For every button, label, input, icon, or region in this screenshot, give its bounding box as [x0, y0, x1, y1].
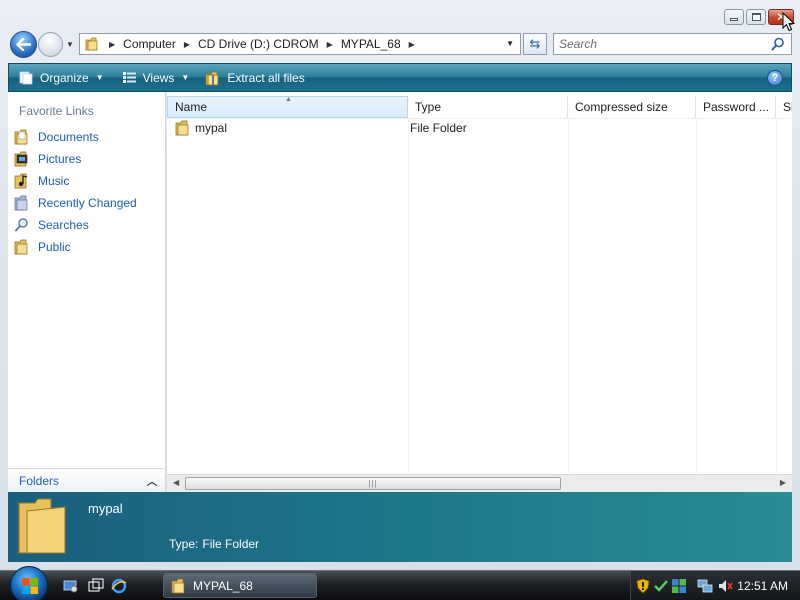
file-type-cell: File Folder	[410, 121, 467, 135]
search-icon[interactable]	[771, 37, 785, 51]
column-header-type[interactable]: Type	[408, 96, 568, 118]
help-button[interactable]: ?	[767, 70, 783, 86]
organize-icon	[19, 71, 33, 85]
switch-windows-icon[interactable]	[87, 577, 105, 595]
network-icon[interactable]	[697, 578, 713, 594]
column-header-password[interactable]: Password ...	[696, 96, 776, 118]
file-list: ▲ Name Type Compressed size Password ...…	[167, 92, 792, 474]
maximize-button[interactable]	[746, 9, 766, 25]
sidebar-item-recently-changed[interactable]: Recently Changed	[14, 192, 137, 214]
scrollbar-thumb[interactable]: |||	[185, 477, 561, 490]
minimize-button[interactable]	[724, 9, 744, 25]
search-placeholder: Search	[559, 37, 598, 51]
refresh-button[interactable]: ⇆	[523, 33, 547, 55]
documents-icon	[14, 129, 30, 145]
address-bar[interactable]: ▶ Computer ▶ CD Drive (D:) CDROM ▶ MYPAL…	[79, 33, 521, 55]
table-row[interactable]: mypal File Folder	[171, 118, 776, 138]
column-header-compressed-size[interactable]: Compressed size	[568, 96, 696, 118]
column-header-size[interactable]: Si	[776, 96, 792, 118]
windows-logo-icon	[22, 578, 38, 594]
public-icon	[14, 239, 30, 255]
breadcrumb-separator[interactable]: ▶	[107, 40, 123, 49]
column-divider	[568, 118, 569, 474]
scroll-left-icon[interactable]: ◀	[173, 478, 179, 487]
zip-folder-icon	[205, 71, 219, 85]
network-check-icon[interactable]	[653, 578, 669, 594]
taskbar-button-mypal68[interactable]: MYPAL_68	[163, 573, 317, 598]
views-icon	[122, 72, 136, 83]
organize-button[interactable]: Organize ▼	[19, 70, 104, 85]
mouse-cursor-icon	[782, 12, 796, 32]
breadcrumb-mypal68[interactable]: MYPAL_68	[341, 37, 401, 51]
forward-button[interactable]	[38, 32, 63, 57]
recent-pages-dropdown-icon[interactable]: ▼	[66, 40, 74, 49]
chevron-up-icon: ︿	[147, 477, 157, 488]
sidebar-item-public[interactable]: Public	[14, 236, 137, 258]
maximize-icon	[751, 13, 761, 21]
organize-dropdown-icon: ▼	[95, 73, 104, 82]
internet-explorer-icon[interactable]	[110, 577, 128, 595]
command-bar: Organize ▼ Views ▼ Extract all files ?	[8, 63, 792, 92]
column-divider	[696, 118, 697, 474]
search-input[interactable]: Search	[553, 33, 792, 55]
sidebar-item-searches[interactable]: Searches	[14, 214, 137, 236]
volume-muted-icon[interactable]	[717, 578, 733, 594]
file-name-cell[interactable]: mypal	[171, 120, 408, 136]
details-pane: mypal Type: File Folder	[8, 492, 792, 562]
back-button[interactable]	[10, 31, 37, 58]
folder-icon	[171, 578, 185, 593]
folder-icon	[175, 120, 189, 136]
minimize-icon	[730, 18, 738, 21]
large-folder-icon	[18, 498, 66, 554]
breadcrumb-separator[interactable]: ▶	[401, 40, 423, 49]
extract-all-files-button[interactable]: Extract all files	[205, 70, 305, 86]
folders-label: Folders	[19, 473, 60, 488]
grip-icon: |||	[368, 479, 378, 488]
pictures-icon	[14, 151, 30, 167]
security-shield-icon[interactable]	[635, 578, 651, 594]
views-button[interactable]: Views ▼	[122, 71, 190, 85]
scroll-right-icon[interactable]: ▶	[780, 478, 786, 487]
update-icon[interactable]	[671, 578, 687, 594]
clock[interactable]: 12:51 AM	[737, 579, 788, 593]
folders-toggle[interactable]: Folders ︿	[8, 468, 165, 492]
address-dropdown-icon[interactable]: ▼	[506, 39, 514, 48]
horizontal-scrollbar[interactable]: ◀ ||| ▶	[167, 474, 792, 492]
start-button[interactable]	[10, 566, 48, 600]
breadcrumb-computer[interactable]: Computer	[123, 37, 176, 51]
system-tray: 12:51 AM	[630, 571, 800, 600]
show-desktop-icon[interactable]	[62, 577, 80, 595]
breadcrumb-separator[interactable]: ▶	[319, 40, 341, 49]
sort-arrow-icon: ▲	[285, 96, 292, 103]
favorite-links-title: Favorite Links	[19, 104, 94, 118]
sidebar-item-documents[interactable]: Documents	[14, 126, 137, 148]
details-item-type: Type: File Folder	[169, 537, 260, 551]
help-icon: ?	[771, 72, 779, 84]
column-divider	[776, 118, 777, 474]
back-arrow-icon	[16, 38, 31, 51]
favorite-links-list: Documents Pictures Music Recently Change…	[14, 126, 137, 258]
explorer-window: ✕ ▼ ▶ Computer ▶ CD Drive (D:) CDROM ▶ M…	[0, 0, 800, 570]
recently-changed-icon	[14, 195, 30, 211]
music-icon	[14, 173, 30, 189]
sidebar-item-music[interactable]: Music	[14, 170, 137, 192]
breadcrumb-separator[interactable]: ▶	[176, 40, 198, 49]
refresh-icon: ⇆	[529, 36, 541, 51]
sidebar-item-pictures[interactable]: Pictures	[14, 148, 137, 170]
folder-icon	[85, 37, 98, 51]
navigation-pane: Favorite Links Documents Pictures Music	[8, 92, 166, 492]
searches-icon	[14, 217, 30, 233]
taskbar: MYPAL_68 12:51 AM	[0, 566, 800, 600]
breadcrumb-cd-drive[interactable]: CD Drive (D:) CDROM	[198, 37, 319, 51]
column-header-name[interactable]: ▲ Name	[167, 96, 408, 118]
views-dropdown-icon: ▼	[181, 73, 190, 82]
column-divider	[408, 118, 409, 474]
details-item-name: mypal	[88, 501, 123, 516]
